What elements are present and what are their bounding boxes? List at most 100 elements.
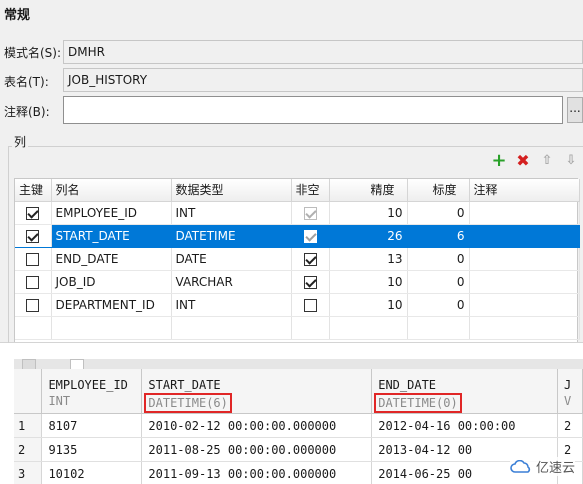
pk-cell[interactable]	[15, 247, 52, 271]
pk-checkbox[interactable]	[26, 275, 40, 289]
scale-cell[interactable]: 0	[407, 293, 470, 317]
column-name-cell[interactable]: DEPARTMENT_ID	[51, 293, 172, 317]
empty-cell	[51, 316, 172, 340]
result-cell[interactable]: 9135	[41, 437, 143, 462]
pk-cell[interactable]	[15, 293, 52, 317]
pk-cell[interactable]	[15, 201, 52, 225]
arrow-up-icon[interactable]: ⇧	[538, 152, 556, 170]
comment-cell[interactable]	[469, 224, 580, 248]
result-column-header[interactable]: START_DATE DATETIME(6)	[141, 369, 373, 414]
header-name[interactable]: 列名	[51, 179, 172, 202]
column-name-cell[interactable]: EMPLOYEE_ID	[51, 201, 172, 225]
result-column-header[interactable]: JV	[557, 369, 583, 414]
scale-cell[interactable]: 0	[407, 247, 470, 271]
pk-checkbox[interactable]	[26, 229, 40, 243]
result-cell[interactable]: 2	[557, 413, 583, 438]
scale-cell[interactable]: 6	[407, 224, 470, 248]
result-column-name: END_DATE	[378, 378, 437, 392]
result-column-name: EMPLOYEE_ID	[48, 378, 128, 392]
notnull-cell[interactable]	[291, 201, 330, 225]
result-column-header[interactable]: END_DATE DATETIME(0)	[371, 369, 558, 414]
scale-cell[interactable]: 0	[407, 270, 470, 294]
data-type-cell[interactable]: DATETIME	[171, 224, 292, 248]
result-cell[interactable]: 8107	[41, 413, 143, 438]
column-name-cell[interactable]: JOB_ID	[51, 270, 172, 294]
comment-label: 注释(B):	[4, 105, 50, 119]
notnull-checkbox	[303, 229, 317, 243]
grid-row[interactable]: JOB_ID VARCHAR 10 0	[15, 270, 580, 294]
pk-cell[interactable]	[15, 270, 52, 294]
x-icon[interactable]: ✖	[514, 152, 532, 170]
result-row[interactable]: 1 8107 2010-02-12 00:00:00.000000 2012-04-1…	[14, 413, 583, 438]
grid-row[interactable]: DEPARTMENT_ID INT 10 0	[15, 293, 580, 317]
header-precision[interactable]: 精度	[329, 179, 408, 202]
result-column-type: DATETIME(6)	[144, 393, 232, 413]
data-type-cell[interactable]: INT	[171, 293, 292, 317]
scale-cell[interactable]: 0	[407, 201, 470, 225]
result-cell[interactable]: 10102	[41, 461, 143, 484]
result-column-name: START_DATE	[148, 378, 221, 392]
result-cell[interactable]: 2011-08-25 00:00:00.000000	[141, 437, 373, 462]
row-number-header	[14, 369, 43, 414]
section-title: 常规	[4, 8, 31, 23]
data-type-cell[interactable]: INT	[171, 201, 292, 225]
table-properties-dialog: 常规 模式名(S): DMHR 表名(T): JOB_HISTORY 注释(B)…	[0, 0, 583, 343]
header-pk[interactable]: 主键	[15, 179, 52, 202]
result-row[interactable]: 2 9135 2011-08-25 00:00:00.000000 2013-04-1…	[14, 437, 583, 462]
header-scale[interactable]: 标度	[407, 179, 470, 202]
row-number: 3	[14, 461, 43, 484]
pk-cell[interactable]	[15, 224, 52, 248]
data-type-cell[interactable]: DATE	[171, 247, 292, 271]
pk-checkbox[interactable]	[26, 252, 40, 266]
grid-row[interactable]: EMPLOYEE_ID INT 10 0	[15, 201, 580, 225]
result-row[interactable]: 3 10102 2011-09-13 00:00:00.000000 2014-06-…	[14, 461, 583, 484]
grid-header-row: 主键 列名 数据类型 非空 精度 标度 注释	[15, 179, 580, 202]
precision-cell[interactable]: 26	[329, 224, 408, 248]
comment-field[interactable]	[63, 96, 563, 124]
pk-checkbox[interactable]	[26, 298, 40, 312]
grid-row[interactable]: START_DATE DATETIME 26 6	[15, 224, 580, 248]
table-name-field[interactable]: JOB_HISTORY	[63, 68, 583, 92]
notnull-checkbox	[303, 206, 317, 220]
comment-cell[interactable]	[469, 201, 580, 225]
query-result-grid: EMPLOYEE_ID INT START_DATE DATETIME(6) END_D…	[14, 369, 583, 484]
empty-cell	[469, 316, 580, 340]
header-comment[interactable]: 注释	[469, 179, 580, 202]
notnull-cell[interactable]	[291, 247, 330, 271]
notnull-cell[interactable]	[291, 270, 330, 294]
schema-field[interactable]: DMHR	[63, 40, 583, 64]
result-cell[interactable]: 2011-09-13 00:00:00.000000	[141, 461, 373, 484]
row-number: 2	[14, 437, 43, 462]
notnull-cell[interactable]	[291, 224, 330, 248]
header-notnull[interactable]: 非空	[291, 179, 330, 202]
grid-row[interactable]: END_DATE DATE 13 0	[15, 247, 580, 271]
comment-cell[interactable]	[469, 247, 580, 271]
notnull-checkbox[interactable]	[303, 252, 317, 266]
precision-cell[interactable]: 10	[329, 293, 408, 317]
comment-cell[interactable]	[469, 270, 580, 294]
notnull-checkbox[interactable]	[303, 298, 317, 312]
pk-checkbox[interactable]	[26, 206, 40, 220]
header-type[interactable]: 数据类型	[171, 179, 292, 202]
empty-cell	[407, 316, 470, 340]
precision-cell[interactable]: 10	[329, 270, 408, 294]
plus-icon[interactable]: +	[490, 152, 508, 170]
data-type-cell[interactable]: VARCHAR	[171, 270, 292, 294]
empty-cell	[291, 316, 330, 340]
column-name-cell[interactable]: START_DATE	[51, 224, 172, 248]
comment-cell[interactable]	[469, 293, 580, 317]
comment-ellipsis-button[interactable]: ...	[567, 97, 583, 123]
notnull-checkbox[interactable]	[303, 275, 317, 289]
arrow-down-icon[interactable]: ⇩	[562, 152, 580, 170]
result-column-type: INT	[48, 394, 71, 408]
precision-cell[interactable]: 13	[329, 247, 408, 271]
result-cell[interactable]: 2010-02-12 00:00:00.000000	[141, 413, 373, 438]
result-column-type: V	[564, 394, 572, 408]
notnull-cell[interactable]	[291, 293, 330, 317]
result-cell[interactable]: 2012-04-16 00:00:00	[371, 413, 558, 438]
result-column-header[interactable]: EMPLOYEE_ID INT	[41, 369, 143, 414]
column-name-cell[interactable]: END_DATE	[51, 247, 172, 271]
columns-group-title: 列	[12, 133, 29, 150]
precision-cell[interactable]: 10	[329, 201, 408, 225]
empty-cell	[15, 316, 52, 340]
